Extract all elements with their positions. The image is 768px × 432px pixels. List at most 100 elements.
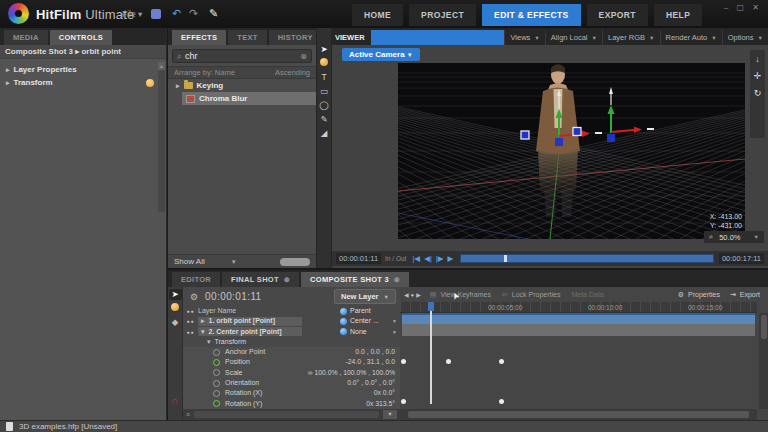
tab-effects[interactable]: EFFECTS [172,30,226,45]
property-row-orientation[interactable]: Orientation 0.0° , 0.0° , 0.0° [183,378,400,388]
text-tool-icon[interactable]: T [318,72,330,83]
redo-icon[interactable]: ↷ [187,7,200,20]
tab-text[interactable]: TEXT [228,30,266,45]
prev-frame-button[interactable]: ◀| [424,254,432,263]
tab-editor[interactable]: EDITOR [172,272,220,287]
gear-icon[interactable]: ⚙ [190,292,198,302]
slice-tool-icon[interactable]: ◆ [169,317,181,328]
keyframe-icon[interactable] [446,359,451,364]
scrubber-playhead[interactable] [504,255,507,262]
timeline-ruler[interactable]: 00:00:05:00 00:00:10:00 00:00:15:00 [400,302,757,313]
tab-final-shot[interactable]: FINAL SHOT⊗ [222,272,299,287]
orbit-tool-icon[interactable] [318,58,330,69]
tab-controls[interactable]: CONTROLS [50,30,112,45]
window-controls[interactable]: – ▢ ✕ [724,3,762,12]
tab-media[interactable]: MEDIA [4,30,48,45]
timeline-orbit-tool-icon[interactable] [169,303,181,314]
tab-project[interactable]: PROJECT [409,4,476,26]
parent-dropdown[interactable]: None▼ [350,327,400,337]
snap-magnet-icon[interactable]: ∩ [171,395,178,406]
layer-properties-row[interactable]: ▸ Layer Properties [0,63,166,76]
parent-dropdown[interactable]: Center ...▼ [350,316,400,326]
new-layer-button[interactable]: New Layer▼ [334,289,396,304]
pen-icon[interactable]: ✎ [207,7,220,20]
keyframe-nav-icons[interactable]: ◀●▶ [404,291,423,298]
views-menu[interactable]: Views▼ [504,30,544,45]
visibility-icons[interactable]: ●● [183,306,198,316]
viewer-canvas[interactable] [398,63,745,239]
goto-start-button[interactable]: |◀ [412,254,420,263]
stopwatch-icon[interactable] [213,380,220,387]
layer-duration-bar-selected[interactable] [402,313,755,324]
tab-export[interactable]: EXPORT [587,4,648,26]
close-icon[interactable]: ⊗ [394,276,400,284]
render-menu[interactable]: Render Auto▼ [660,30,722,45]
caret-icon[interactable]: ▸ [201,317,205,326]
timeline-select-tool-icon[interactable]: ➤ [169,289,182,300]
property-row-rotation-x[interactable]: Rotation (X) 0x 0.0° [183,388,400,398]
next-frame-button[interactable]: |▶ [436,254,444,263]
select-tool-icon[interactable]: ➤ [318,44,330,55]
stopwatch-icon[interactable] [213,390,220,397]
properties-button[interactable]: ⚙Properties [678,291,720,299]
options-menu[interactable]: Options▼ [722,30,768,45]
drag-down-icon[interactable]: ↓ [755,54,760,64]
property-row-scale[interactable]: Scale ∞ 100.0% , 100.0% , 100.0% [183,368,400,378]
transform-row[interactable]: ▸ Transform [0,76,166,89]
layer-rgb-menu[interactable]: Layer RGB▼ [602,30,660,45]
file-menu[interactable]: File ▾ [122,9,142,19]
stopwatch-icon[interactable] [213,400,220,407]
keyframe-icon[interactable] [499,399,504,404]
left-panel-scrollbar[interactable]: ▲ [158,62,165,212]
timeline-hscrollbar[interactable] [400,409,757,420]
layer-row-center-point[interactable]: ●● ▾2. Center point [Point] None▼ [183,327,400,337]
effects-folder-keying[interactable]: ▸ Keying [168,79,316,92]
close-icon[interactable]: ⊗ [284,276,290,284]
timeline-left-scrollbar[interactable]: ≡▼ [183,409,400,420]
layer-duration-bar[interactable] [402,324,755,336]
property-row-rotation-y[interactable]: Rotation (Y) 0x 313.5° [183,399,400,409]
align-menu[interactable]: Align Local▼ [545,30,602,45]
visibility-icons[interactable]: ●● [183,316,198,326]
inout-label[interactable]: In / Out [385,255,406,262]
keyframe-icon[interactable] [401,399,406,404]
stopwatch-icon[interactable] [213,369,220,376]
tab-edit-effects[interactable]: EDIT & EFFECTS [482,4,581,26]
stopwatch-icon[interactable] [213,349,220,356]
visibility-icons[interactable]: ●● [183,327,198,337]
move-icon[interactable]: ✛ [754,71,762,81]
effects-search-input[interactable]: ⌕ chr ⊗ [172,49,312,63]
viewer-scrubber[interactable] [460,254,714,263]
property-row-position[interactable]: Position -24.0 , 31.1 , 0.0 [183,357,400,367]
tab-viewer[interactable]: VIEWER [332,30,371,45]
scale-dropdown[interactable]: ▼ [383,410,397,419]
dropper-tool-icon[interactable]: ◢ [318,128,330,139]
ellipse-tool-icon[interactable]: ◯ [318,100,330,111]
stopwatch-icon[interactable] [213,359,220,366]
clear-search-icon[interactable]: ⊗ [300,52,307,61]
tab-help[interactable]: HELP [654,4,702,26]
save-icon[interactable] [151,9,161,19]
keyframe-icon[interactable] [499,359,504,364]
play-button[interactable]: ▶ [448,254,454,263]
tab-home[interactable]: HOME [352,4,403,26]
layer-row-orbit-point[interactable]: ●● ▸1. orbit point [Point] Center ...▼ [183,316,400,326]
export-button[interactable]: ⇥Export [730,291,760,299]
caret-icon[interactable]: ▾ [207,337,211,347]
effects-list-header[interactable]: Arrange by: Name Ascending [168,66,316,79]
show-all-dropdown[interactable]: Show All [174,257,205,266]
tab-composite-shot[interactable]: COMPOSITE SHOT 3⊗ [301,272,409,287]
lock-properties-button[interactable]: ✄Lock Properties [502,291,561,299]
active-camera-dropdown[interactable]: Active Camera ▼ [342,48,420,61]
timeline-playhead[interactable] [430,302,432,404]
rect-tool-icon[interactable]: ▭ [318,86,330,97]
zoom-dropdown[interactable]: ⌕ 50.0% ▼ [704,231,764,243]
pen-tool-icon[interactable]: ✎ [318,114,330,125]
effect-chroma-blur[interactable]: Chroma Blur [182,92,316,105]
undo-icon[interactable]: ↶ [170,7,183,20]
caret-icon[interactable]: ▾ [201,327,205,336]
rotate-icon[interactable]: ↻ [754,88,762,98]
timeline-vscrollbar[interactable] [759,313,768,409]
drag-pill[interactable] [280,258,310,266]
property-row-anchor[interactable]: Anchor Point 0.0 , 0.0 , 0.0 [183,347,400,357]
